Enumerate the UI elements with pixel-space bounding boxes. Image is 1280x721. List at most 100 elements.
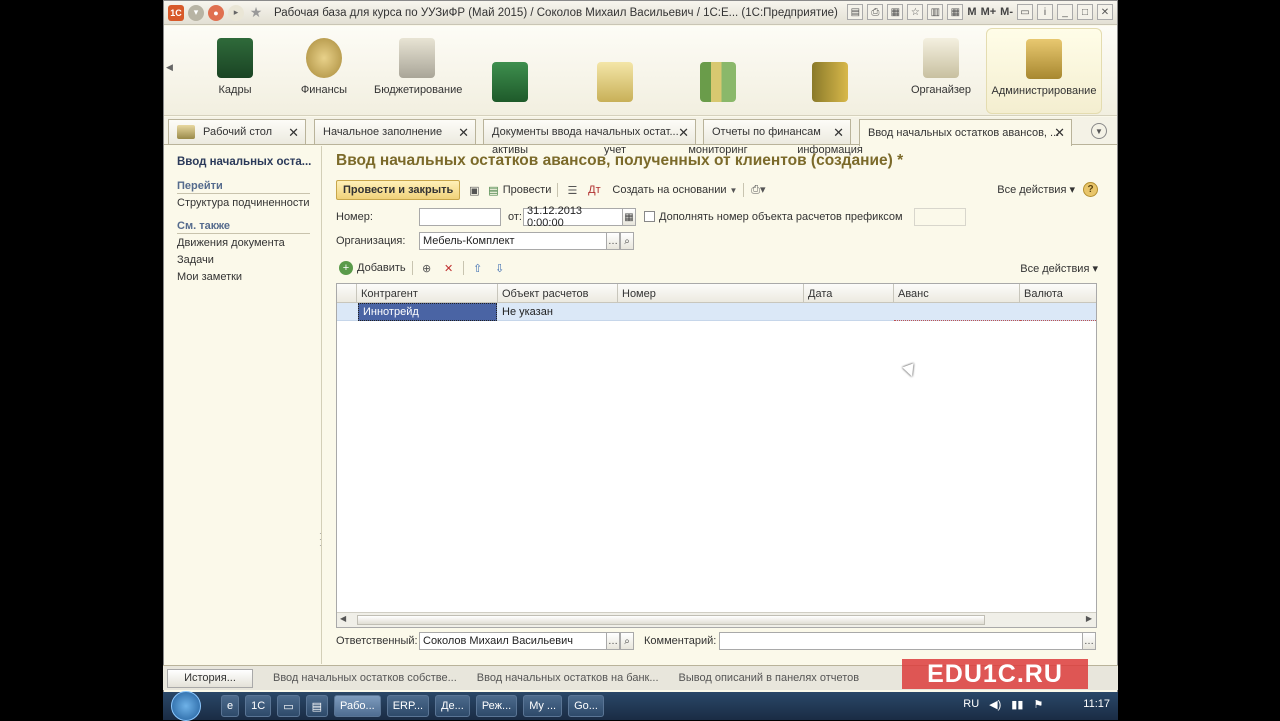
history-item[interactable]: Ввод начальных остатков на банк... xyxy=(477,672,659,684)
nav-link-structure[interactable]: Структура подчиненности xyxy=(177,197,310,209)
movements-icon[interactable]: Дт xyxy=(586,182,602,198)
windows-icon[interactable]: ▭ xyxy=(1017,4,1033,20)
volume-icon[interactable]: ◀) xyxy=(989,698,1001,711)
column-header-currency[interactable]: Валюта xyxy=(1020,284,1096,303)
print-icon[interactable]: ⎙ xyxy=(867,4,884,20)
date-input[interactable]: 31.12.2013 0:00:00 xyxy=(523,205,623,229)
cell-counterparty[interactable]: Иннотрейд xyxy=(358,303,497,321)
close-tab-icon[interactable]: ✕ xyxy=(458,125,469,141)
list-icon[interactable]: ☰ xyxy=(564,182,580,198)
back-icon[interactable]: ● xyxy=(208,4,224,21)
table-all-actions-menu[interactable]: Все действия ▾ xyxy=(1020,262,1098,275)
flag-icon[interactable]: ⚑ xyxy=(1033,698,1043,711)
cell-number[interactable] xyxy=(618,303,804,321)
task-1c-work[interactable]: Рабо... xyxy=(334,695,381,717)
cell-advance[interactable] xyxy=(894,303,1020,321)
cell-object[interactable]: Не указан xyxy=(498,303,618,321)
1c-launcher-icon[interactable]: 1С xyxy=(245,695,272,717)
maximize-icon[interactable]: □ xyxy=(1077,4,1093,20)
nav-link-movements[interactable]: Движения документа xyxy=(177,237,285,249)
section-budgeting[interactable]: Бюджетирование xyxy=(374,34,462,96)
preview-icon[interactable]: ▦ xyxy=(887,4,904,20)
close-tab-icon[interactable]: ✕ xyxy=(833,125,844,141)
close-icon[interactable]: ✕ xyxy=(1097,4,1113,20)
tab-advances-entry[interactable]: Ввод начальных остатков авансов, ... ✕ xyxy=(859,119,1072,146)
cell-date[interactable] xyxy=(804,303,894,321)
section-organizer[interactable]: Органайзер xyxy=(906,34,976,96)
forward-icon[interactable]: ▸ xyxy=(228,4,244,21)
task-mode[interactable]: Реж... xyxy=(475,695,518,717)
tab-finance-reports[interactable]: Отчеты по финансам ✕ xyxy=(703,119,851,144)
column-header-object[interactable]: Объект расчетов xyxy=(498,284,618,303)
star-icon[interactable]: ★ xyxy=(248,4,264,21)
move-down-icon[interactable]: ⇩ xyxy=(492,260,508,276)
open-search-icon[interactable]: ⌕ xyxy=(620,632,634,650)
start-button[interactable] xyxy=(171,691,201,721)
menu-chevron-icon[interactable]: ▾ xyxy=(188,4,204,21)
minimize-icon[interactable]: _ xyxy=(1057,4,1073,20)
column-header-advance[interactable]: Аванс xyxy=(894,284,1020,303)
close-tab-icon[interactable]: ✕ xyxy=(678,125,689,141)
add-row-button[interactable]: Добавить xyxy=(357,262,406,274)
prefix-checkbox[interactable] xyxy=(644,211,655,222)
section-finance[interactable]: Финансы xyxy=(294,34,354,96)
favorites-icon[interactable]: ☆ xyxy=(907,4,924,20)
advances-table[interactable]: Контрагент Объект расчетов Номер Дата Ав… xyxy=(336,283,1097,628)
app-logo-icon[interactable]: 1С xyxy=(168,4,184,21)
calculator-icon[interactable]: ▦ xyxy=(947,4,964,20)
task-word-doc[interactable]: Де... xyxy=(435,695,470,717)
organization-input[interactable]: Мебель-Комплект xyxy=(419,232,607,250)
print-menu-icon[interactable]: ⎙▾ xyxy=(750,182,766,198)
history-item[interactable]: Ввод начальных остатков собстве... xyxy=(273,672,457,684)
open-search-icon[interactable]: ⌕ xyxy=(620,232,634,250)
history-item[interactable]: Вывод описаний в панелях отчетов xyxy=(679,672,860,684)
tab-initial-balance-docs[interactable]: Документы ввода начальных остат... ✕ xyxy=(483,119,696,144)
cell-currency[interactable] xyxy=(1020,303,1096,321)
select-ellipsis-icon[interactable]: … xyxy=(606,632,620,650)
explorer-icon[interactable]: ▭ xyxy=(277,695,300,717)
tab-initial-fill[interactable]: Начальное заполнение ✕ xyxy=(314,119,476,144)
close-tab-icon[interactable]: ✕ xyxy=(1054,125,1065,141)
comment-ellipsis-icon[interactable]: … xyxy=(1082,632,1096,650)
number-input[interactable] xyxy=(419,208,501,226)
comment-input[interactable] xyxy=(719,632,1083,650)
nav-title[interactable]: Ввод начальных оста... xyxy=(177,156,311,168)
memory-minus-button[interactable]: M- xyxy=(1000,6,1013,18)
post-button[interactable]: ▤ Провести xyxy=(488,182,551,198)
post-and-close-button[interactable]: Провести и закрыть xyxy=(336,180,461,200)
column-header-counterparty[interactable]: Контрагент xyxy=(357,284,498,303)
info-icon[interactable]: i xyxy=(1037,4,1053,20)
task-erp[interactable]: ERP... xyxy=(386,695,430,717)
history-button[interactable]: История... xyxy=(167,668,253,688)
nav-link-notes[interactable]: Мои заметки xyxy=(177,271,242,283)
section-administration[interactable]: Администрирование xyxy=(986,28,1102,114)
calendar-icon[interactable]: ▥ xyxy=(927,4,944,20)
add-icon[interactable]: + xyxy=(339,261,353,275)
scrollbar-thumb[interactable] xyxy=(357,615,985,625)
column-header-date[interactable]: Дата xyxy=(804,284,894,303)
close-tab-icon[interactable]: ✕ xyxy=(288,125,299,141)
scroll-left-icon[interactable]: ◀ xyxy=(340,614,346,623)
task-chrome[interactable]: My ... xyxy=(523,695,563,717)
clock[interactable]: 11:17 xyxy=(1083,698,1110,711)
section-hr[interactable]: Кадры xyxy=(210,34,260,96)
ie-icon[interactable]: e xyxy=(221,695,240,717)
move-up-icon[interactable]: ⇧ xyxy=(470,260,486,276)
table-row[interactable]: Иннотрейд Не указан xyxy=(337,303,1096,321)
copy-row-icon[interactable]: ⊕ xyxy=(419,260,435,276)
scroll-right-icon[interactable]: ▶ xyxy=(1086,614,1092,623)
nav-link-tasks[interactable]: Задачи xyxy=(177,254,214,266)
task-google[interactable]: Go... xyxy=(568,695,604,717)
memory-button[interactable]: M xyxy=(967,6,976,18)
language-indicator[interactable]: RU xyxy=(963,698,979,711)
delete-row-icon[interactable]: ✕ xyxy=(441,260,457,276)
column-header-number[interactable]: Номер xyxy=(618,284,804,303)
horizontal-scrollbar[interactable]: ◀ ▶ xyxy=(337,612,1096,627)
tab-desktop[interactable]: Рабочий стол ✕ xyxy=(168,119,306,144)
panel-splitter[interactable]: · · · xyxy=(319,530,323,561)
save-icon[interactable]: ▤ xyxy=(847,4,864,20)
memory-plus-button[interactable]: M+ xyxy=(981,6,997,18)
create-based-on-button[interactable]: Создать на основании ▼ xyxy=(608,182,737,198)
help-icon[interactable]: ? xyxy=(1083,182,1098,197)
responsible-input[interactable]: Соколов Михаил Васильевич xyxy=(419,632,607,650)
